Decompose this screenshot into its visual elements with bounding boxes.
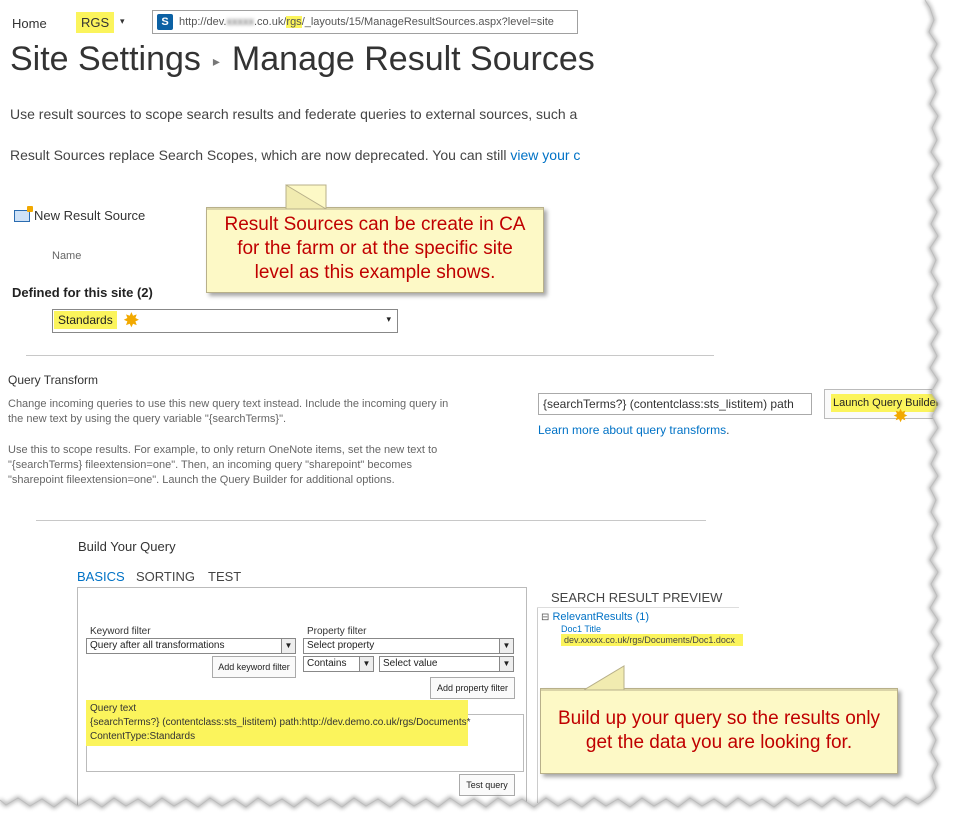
dropdown-arrow-icon: ▾: [386, 314, 391, 324]
url-prefix: http://dev.: [179, 16, 227, 28]
url-suffix: /_layouts/15/ManageResultSources.aspx?le…: [301, 16, 554, 28]
desc-line: the new text by using the query variable…: [8, 413, 287, 425]
callout-top-text: Result Sources can be create in CA for t…: [224, 214, 526, 283]
description-2-text: Result Sources replace Search Scopes, wh…: [10, 147, 511, 163]
dropdown-arrow-icon: ▼: [359, 657, 373, 671]
build-your-query-title: Build Your Query: [78, 539, 176, 554]
preview-doc-url: dev.xxxxx.co.uk/rgs/Documents/Doc1.docx: [561, 634, 743, 646]
cursor-burst-icon: ✸: [893, 406, 909, 426]
callout-top-tab: [207, 184, 544, 210]
callout-bottom-text: Build up your query so the results only …: [557, 708, 881, 753]
keyword-filter-label: Keyword filter: [90, 626, 151, 637]
operator-select[interactable]: Contains ▼: [303, 656, 374, 672]
value-select-value: Select value: [383, 658, 438, 669]
divider: [36, 520, 706, 521]
desc-line: Change incoming queries to use this new …: [8, 398, 449, 410]
breadcrumb-current: Manage Result Sources: [231, 40, 595, 78]
query-text-line-1: {searchTerms?} (contentclass:sts_listite…: [90, 717, 471, 728]
keyword-filter-value: Query after all transformations: [90, 640, 225, 651]
new-result-source-link[interactable]: New Result Source: [14, 205, 146, 223]
nav-home-link[interactable]: Home: [12, 16, 47, 31]
sharepoint-logo-icon: S: [157, 14, 173, 30]
property-select-value: Select property: [307, 640, 375, 651]
keyword-filter-select[interactable]: Query after all transformations ▼: [86, 638, 296, 654]
defined-for-site-heading: Defined for this site (2): [12, 285, 153, 300]
site-dropdown-caret-icon[interactable]: ▾: [120, 16, 125, 27]
view-scopes-link[interactable]: view your c: [510, 147, 580, 163]
add-property-filter-button[interactable]: Add property filter: [430, 677, 515, 699]
page-description-2: Result Sources replace Search Scopes, wh…: [10, 147, 580, 163]
operator-select-value: Contains: [307, 658, 347, 669]
tab-test[interactable]: TEST: [208, 569, 241, 584]
launch-query-builder-button[interactable]: Launch Query Builder: [824, 389, 944, 419]
test-query-button[interactable]: Test query: [459, 774, 515, 796]
url-mid: .co.uk/: [254, 16, 287, 28]
new-item-icon: [14, 205, 33, 222]
property-select[interactable]: Select property ▼: [303, 638, 514, 654]
callout-bottom-tab: [541, 665, 898, 691]
divider: [26, 355, 714, 356]
learn-more-query-transforms-link[interactable]: Learn more about query transforms: [538, 423, 726, 437]
query-transform-title: Query Transform: [8, 373, 99, 387]
desc-line: "{searchTerms} fileextension=one". Then,…: [8, 459, 413, 471]
query-transform-input[interactable]: {searchTerms?} (contentclass:sts_listite…: [538, 393, 812, 415]
url-rgs: rgs: [286, 16, 302, 28]
add-keyword-filter-button[interactable]: Add keyword filter: [212, 656, 296, 678]
learn-more-row: Learn more about query transforms.: [538, 423, 729, 437]
address-bar[interactable]: S http://dev. xxxxx .co.uk/ rgs /_layout…: [152, 10, 578, 34]
value-select[interactable]: Select value ▼: [379, 656, 514, 672]
dropdown-arrow-icon: ▼: [499, 639, 513, 653]
query-transform-desc-1: Change incoming queries to use this new …: [8, 397, 488, 427]
callout-top: Result Sources can be create in CA for t…: [206, 207, 544, 293]
collapse-icon[interactable]: ⊟: [541, 612, 549, 623]
callout-bottom: Build up your query so the results only …: [540, 688, 898, 774]
learn-more-period: .: [726, 423, 730, 437]
column-header-name: Name: [52, 250, 82, 262]
preview-border: [537, 608, 538, 803]
launch-query-builder-label: Launch Query Builder: [831, 394, 942, 412]
query-transform-desc-2: Use this to scope results. For example, …: [8, 443, 488, 488]
property-filter-label: Property filter: [307, 626, 367, 637]
relevant-results-group[interactable]: ⊟ RelevantResults (1): [541, 611, 649, 623]
breadcrumb-separator-icon: ▸: [212, 52, 220, 69]
desc-line: Use this to scope results. For example, …: [8, 444, 438, 456]
dropdown-arrow-icon: ▼: [281, 639, 295, 653]
query-text-line-2: ContentType:Standards: [90, 731, 196, 742]
result-source-select[interactable]: Standards ✸ ▾: [52, 309, 398, 333]
dropdown-arrow-icon: ▼: [499, 657, 513, 671]
desc-line: "sharepoint fileextension=one". Launch t…: [8, 474, 395, 486]
tab-basics[interactable]: BASICS: [77, 569, 125, 584]
page-title: Site Settings ▸ Manage Result Sources: [10, 40, 595, 79]
preview-doc-title-link[interactable]: Doc1 Title: [561, 624, 601, 634]
nav-site-rgs[interactable]: RGS: [76, 12, 115, 33]
relevant-results-label: RelevantResults (1): [552, 611, 650, 623]
new-result-source-label: New Result Source: [34, 208, 146, 223]
tab-sorting[interactable]: SORTING: [136, 569, 195, 584]
page-description-1: Use result sources to scope search resul…: [10, 106, 578, 122]
result-source-selected-value: Standards: [54, 311, 117, 329]
breadcrumb-site-settings[interactable]: Site Settings: [10, 40, 201, 78]
query-text-label: Query text: [90, 703, 137, 714]
url-masked: xxxxx: [226, 16, 255, 28]
search-result-preview-title: SEARCH RESULT PREVIEW: [537, 590, 739, 608]
cursor-burst-icon: ✸: [123, 310, 140, 332]
